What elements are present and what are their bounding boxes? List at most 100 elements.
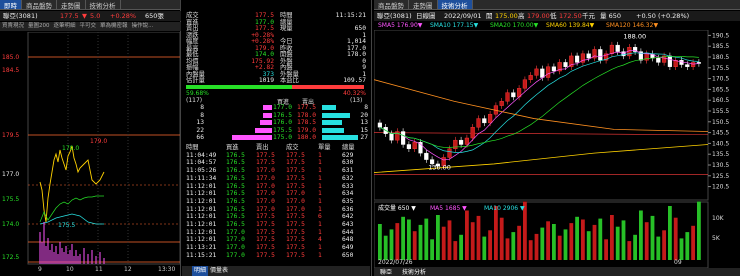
status-tab-pricevol[interactable]: 價量表 [210, 266, 228, 276]
tick-cell: 11:13:21 [186, 244, 217, 252]
candle-body [563, 62, 568, 67]
volume-bar [441, 226, 446, 260]
book-row[interactable]: 13 176.0 178.5 13 [182, 119, 370, 126]
status-tab-detail[interactable]: 明細 [192, 266, 209, 276]
middle-panel: 成交 177.5 時間 11:15:21 買進 177.0 總量 賣出 177.5… [182, 0, 372, 276]
candle-body [685, 64, 690, 67]
y-tick-label: 140.5 [712, 140, 729, 147]
tick-cell: 177.5 [286, 174, 305, 182]
last-price: 177.5 [60, 12, 79, 20]
book-row[interactable]: 8 176.5 178.0 20 [182, 112, 370, 119]
bid-count: (117) [186, 97, 203, 104]
toolbar-item[interactable]: 平可交 [78, 22, 99, 31]
ask-volume: 15 [360, 126, 368, 134]
tick-header: 總量 [342, 144, 355, 151]
tab-quote-r[interactable]: 商品盤勢 [374, 0, 409, 10]
mid-annotation: 170.0 [62, 145, 80, 152]
ask-volume: 13 [360, 119, 368, 126]
candle-body [621, 51, 626, 57]
tab-technical-r[interactable]: 技術分析 [437, 0, 473, 10]
tick-cell: 631 [342, 167, 354, 175]
tick-cell: 176.5 [226, 174, 245, 182]
tick-header: 時間 [186, 144, 199, 151]
low-annotation: 175.5 [58, 222, 76, 229]
tick-row: 11:04:57 176.5 177.5 177.5 1 630 [182, 159, 370, 166]
tick-header-row: 時間 買進 賣出 成交 單量 總量 [182, 144, 370, 151]
tab-technical[interactable]: 技術分析 [86, 0, 121, 10]
volume-bar [650, 215, 655, 260]
bid-price: 175.5 [273, 126, 292, 134]
tick-cell: 177.5 [256, 236, 275, 244]
bid-volume: 8 [200, 111, 204, 119]
toolbar-item[interactable]: 量圖200 [26, 22, 52, 31]
toolbar-item[interactable]: 操作說... [130, 22, 156, 31]
tick-cell: 177.0 [256, 182, 275, 190]
tick-cell: 176.5 [226, 205, 245, 213]
volume-bar [517, 225, 521, 260]
tick-cell: 177.0 [286, 190, 305, 198]
volume-bar [499, 217, 504, 260]
volume-bar [639, 210, 643, 260]
tick-cell: 11:12:01 [186, 236, 217, 244]
tick-cell: 1 [318, 182, 322, 190]
info-value: 1019 [258, 77, 274, 84]
left-tabbar: 即時 商品盤勢 走勢圖 技術分析 [0, 0, 180, 10]
tick-cell: 649 [342, 244, 354, 252]
tab-trend[interactable]: 走勢圖 [57, 0, 86, 10]
volume-bar [662, 230, 666, 260]
book-row[interactable]: 22 175.5 179.0 15 [182, 127, 370, 134]
candle-body [424, 152, 429, 160]
book-row[interactable]: 8 177.0 177.5 8 [182, 104, 370, 111]
info-label2: 本益比 [280, 77, 299, 84]
tick-cell: 177.5 [286, 167, 305, 175]
quote-info: 成交 177.5 時間 11:15:21 買進 177.0 總量 賣出 177.5… [182, 12, 370, 84]
ask-count: (13) [350, 97, 363, 104]
volume-legend: MA5 1685 ▼ [430, 205, 467, 212]
y-tick-label: 125.5 [712, 173, 729, 180]
tick-row: 11:13:21 177.0 177.5 177.5 1 649 [182, 244, 370, 251]
left-quote-header: 聯亞(3081) 177.5 ▼ 5.0 +0.28% 650張 [0, 11, 181, 21]
ask-price: 178.5 [297, 119, 316, 126]
candle-body [540, 68, 545, 78]
volume-bar [604, 239, 608, 260]
tick-cell: 642 [342, 213, 354, 221]
volume-bar [540, 227, 545, 260]
middle-status: 明細 價量表 [182, 266, 370, 276]
tick-cell: 177.5 [286, 151, 305, 159]
toolbar-item[interactable]: 逐筆明細 [52, 22, 78, 31]
info-label: 估計量 [186, 77, 205, 84]
tick-cell: 176.5 [226, 221, 245, 228]
volume-bar [557, 235, 562, 260]
candle-body [389, 133, 394, 141]
toolbar-item[interactable]: 買賣現況 [0, 22, 26, 31]
tick-cell: 635 [342, 197, 354, 205]
tick-cell: 177.5 [286, 228, 305, 236]
candle-body [667, 55, 672, 67]
y-tick-label: 170.5 [712, 76, 729, 83]
ask-volume: 20 [360, 111, 368, 119]
left-toolbar: 買賣現況 量圖200 逐筆明細 平可交 單為機密報 操作說... [0, 22, 181, 31]
candle-body [482, 118, 487, 124]
volume-bar [494, 206, 498, 260]
buy-ratio-bar [186, 85, 292, 89]
volume-legend: 成交量 650 ▼ [378, 204, 416, 212]
tick-cell: 177.5 [286, 182, 305, 190]
toolbar-item[interactable]: 單為機密報 [98, 22, 130, 31]
tick-cell: 177.5 [256, 228, 275, 236]
ask-price: 177.5 [297, 104, 316, 111]
date-tick: 09 [674, 259, 682, 266]
volume-bar [488, 230, 492, 260]
tab-quote[interactable]: 商品盤勢 [22, 0, 57, 10]
tab-realtime[interactable]: 即時 [0, 0, 22, 10]
tab-trend-r[interactable]: 走勢圖 [409, 0, 438, 10]
bar-date: 2022/09/01 [444, 12, 482, 20]
left-panel: 即時 商品盤勢 走勢圖 技術分析 聯亞(3081) 177.5 ▼ 5.0 +0… [0, 0, 181, 276]
volume-bar [436, 215, 440, 260]
tick-cell: 177.5 [256, 221, 275, 228]
candle-body [569, 55, 574, 67]
sma120-label: SMA120 146.32▼ [606, 22, 659, 29]
book-row[interactable]: 66 175.0 180.0 27 [182, 134, 370, 141]
tick-row: 11:12:01 176.5 177.0 177.0 1 636 [182, 206, 370, 213]
tick-cell: 177.5 [286, 244, 305, 252]
candle-body [499, 101, 504, 106]
